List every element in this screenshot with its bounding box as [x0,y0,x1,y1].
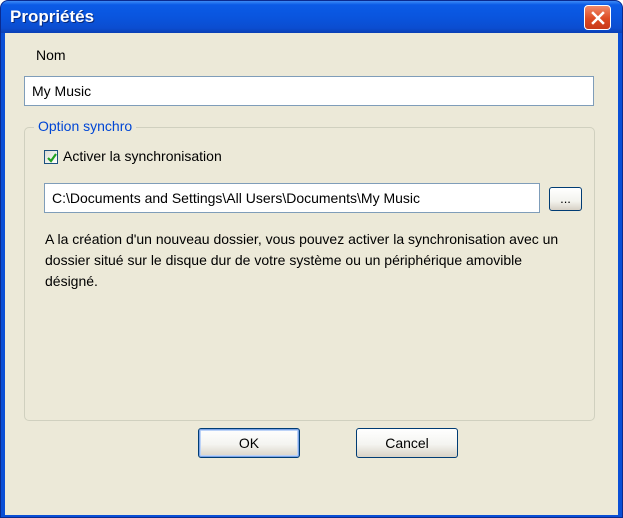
window-title: Propriétés [10,7,95,26]
close-button[interactable] [584,5,611,30]
sync-checkbox[interactable] [44,150,58,164]
ok-button[interactable]: OK [198,428,300,458]
sync-checkbox-label[interactable]: Activer la synchronisation [63,148,222,164]
title-bar[interactable]: Propriétés [1,1,622,33]
browse-button[interactable]: ... [549,187,582,211]
sync-group-legend: Option synchro [34,118,137,134]
cancel-button[interactable]: Cancel [356,428,458,458]
sync-path-input[interactable] [44,183,540,213]
checkmark-icon [47,153,57,163]
sync-description: A la création d'un nouveau dossier, vous… [45,231,559,289]
name-label: Nom [36,47,66,63]
close-icon [591,11,605,25]
name-input[interactable] [24,76,594,106]
properties-dialog: Propriétés Nom Option synchro Activer la… [0,0,623,518]
